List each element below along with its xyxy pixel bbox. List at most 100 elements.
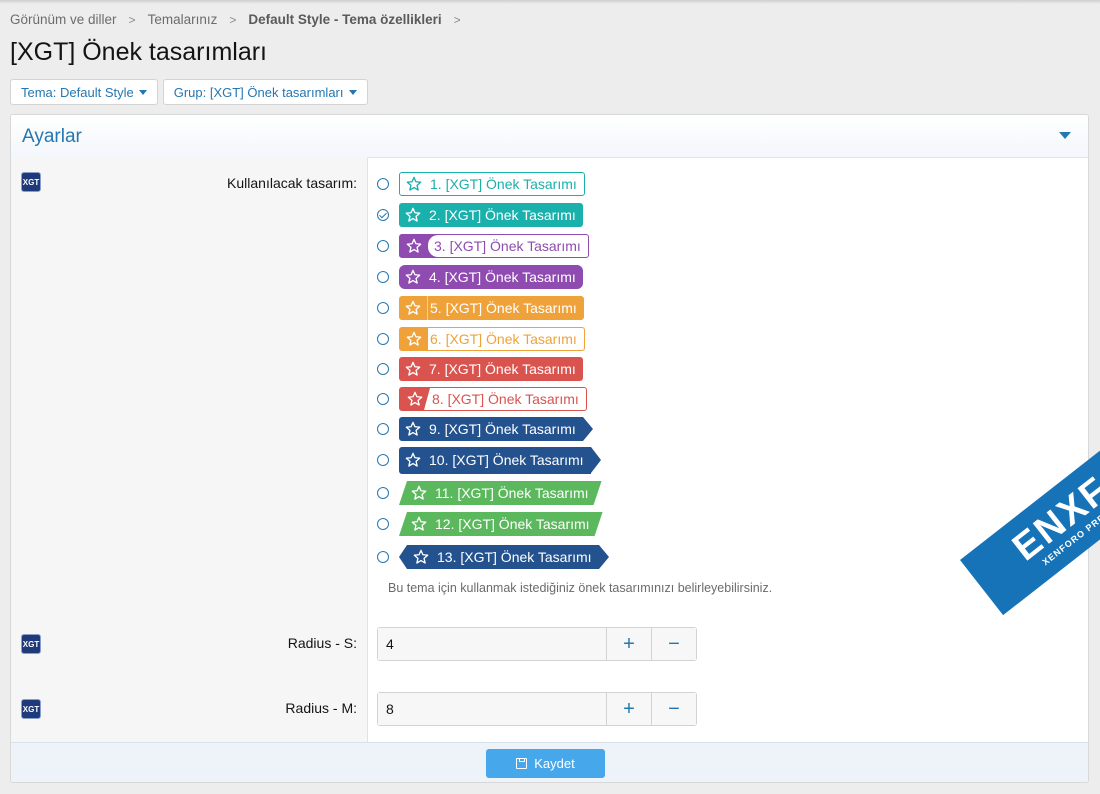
prefix-option-5[interactable]: 5. [XGT] Önek Tasarımı <box>377 295 584 321</box>
star-icon <box>400 173 428 195</box>
radius-s-increment-button[interactable]: + <box>606 628 651 660</box>
radio-button[interactable] <box>377 454 389 466</box>
prefix-label-text: 12. [XGT] Önek Tasarımı <box>435 516 590 532</box>
form-footer: Kaydet <box>11 742 1088 782</box>
radio-button[interactable] <box>377 423 389 435</box>
settings-panel: Ayarlar XGT Kullanılacak tasarım: XGT Ra… <box>10 114 1089 783</box>
prefix-option-12[interactable]: 12. [XGT] Önek Tasarımı <box>377 511 603 537</box>
prefix-label-9: 9. [XGT] Önek Tasarımı <box>399 417 593 441</box>
plus-icon: + <box>623 632 635 655</box>
prefix-label-text: 8. [XGT] Önek Tasarımı <box>432 391 579 407</box>
prefix-option-4[interactable]: 4. [XGT] Önek Tasarımı <box>377 264 583 290</box>
radio-button[interactable] <box>377 518 389 530</box>
radio-button[interactable] <box>377 240 389 252</box>
plus-icon: + <box>623 697 635 720</box>
prefix-label-text: 3. [XGT] Önek Tasarımı <box>428 235 588 257</box>
minus-icon: − <box>668 697 680 720</box>
breadcrumb-item-appearance[interactable]: Görünüm ve diller <box>10 12 117 27</box>
prefix-label-text: 2. [XGT] Önek Tasarımı <box>429 207 576 223</box>
prefix-label-text: 10. [XGT] Önek Tasarımı <box>429 452 584 468</box>
star-icon <box>405 481 433 505</box>
radius-m-input[interactable]: 8 <box>378 693 606 725</box>
radio-button-checked[interactable] <box>377 209 389 221</box>
radio-button[interactable] <box>377 551 389 563</box>
radius-m-label: Radius - M: <box>285 700 357 716</box>
radio-button[interactable] <box>377 178 389 190</box>
prefix-label-12: 12. [XGT] Önek Tasarımı <box>399 512 603 536</box>
prefix-option-7[interactable]: 7. [XGT] Önek Tasarımı <box>377 356 583 382</box>
panel-header[interactable]: Ayarlar <box>11 115 1088 158</box>
breadcrumb-separator-icon: > <box>453 12 461 27</box>
star-icon <box>399 296 428 320</box>
star-icon <box>405 512 433 536</box>
style-filter-button[interactable]: Tema: Default Style <box>10 79 158 105</box>
prefix-label-13: 13. [XGT] Önek Tasarımı <box>399 545 609 569</box>
prefix-label-7: 7. [XGT] Önek Tasarımı <box>399 357 583 381</box>
collapse-toggle-icon[interactable] <box>1059 132 1071 139</box>
star-icon <box>400 235 428 257</box>
save-button[interactable]: Kaydet <box>486 749 605 778</box>
radio-button[interactable] <box>377 302 389 314</box>
prefix-option-2[interactable]: 2. [XGT] Önek Tasarımı <box>377 202 583 228</box>
radius-s-input[interactable]: 4 <box>378 628 606 660</box>
prefix-option-1[interactable]: 1. [XGT] Önek Tasarımı <box>377 171 585 197</box>
prefix-option-13[interactable]: 13. [XGT] Önek Tasarımı <box>377 544 609 570</box>
breadcrumb-item-style-properties[interactable]: Default Style - Tema özellikleri <box>248 12 441 27</box>
prefix-label-text: 1. [XGT] Önek Tasarımı <box>430 176 577 192</box>
prefix-option-11[interactable]: 11. [XGT] Önek Tasarımı <box>377 480 602 506</box>
breadcrumb-separator-icon: > <box>229 12 237 27</box>
radio-button[interactable] <box>377 487 389 499</box>
prefix-label-text: 4. [XGT] Önek Tasarımı <box>429 269 576 285</box>
prefix-label-text: 11. [XGT] Önek Tasarımı <box>435 485 589 501</box>
group-filter-label: Grup: [XGT] Önek tasarımları <box>173 84 344 100</box>
prefix-option-10[interactable]: 10. [XGT] Önek Tasarımı <box>377 446 601 474</box>
xgt-badge-icon: XGT <box>21 634 41 654</box>
filter-bar: Tema: Default Style Grup: [XGT] Önek tas… <box>10 79 368 105</box>
prefix-label-3: 3. [XGT] Önek Tasarımı <box>399 234 589 258</box>
prefix-option-9[interactable]: 9. [XGT] Önek Tasarımı <box>377 416 593 442</box>
prefix-label-11: 11. [XGT] Önek Tasarımı <box>399 481 602 505</box>
radio-button[interactable] <box>377 393 389 405</box>
star-icon <box>399 447 427 474</box>
star-icon <box>399 357 427 381</box>
breadcrumb-item-styles[interactable]: Temalarınız <box>148 12 218 27</box>
caret-down-icon <box>348 89 357 95</box>
xgt-badge-text: XGT <box>22 177 40 187</box>
star-icon <box>399 265 427 289</box>
save-button-label: Kaydet <box>534 756 575 771</box>
breadcrumb: Görünüm ve diller > Temalarınız > Defaul… <box>10 12 473 27</box>
prefix-label-text: 7. [XGT] Önek Tasarımı <box>429 361 576 377</box>
star-icon <box>407 545 435 569</box>
radius-m-increment-button[interactable]: + <box>606 693 651 725</box>
breadcrumb-separator-icon: > <box>128 12 136 27</box>
radius-m-decrement-button[interactable]: − <box>651 693 696 725</box>
xgt-badge-icon: XGT <box>21 699 41 719</box>
prefix-label-text: 6. [XGT] Önek Tasarımı <box>430 331 577 347</box>
prefix-option-3[interactable]: 3. [XGT] Önek Tasarımı <box>377 233 589 259</box>
top-shadow <box>0 0 1100 4</box>
radio-button[interactable] <box>377 271 389 283</box>
style-filter-label: Tema: Default Style <box>21 84 134 100</box>
prefix-option-8[interactable]: 8. [XGT] Önek Tasarımı <box>377 386 587 412</box>
star-icon <box>399 203 427 227</box>
caret-down-icon <box>138 89 147 95</box>
floppy-disk-icon <box>516 758 528 769</box>
xgt-badge-icon: XGT <box>21 172 41 192</box>
prefix-label-10: 10. [XGT] Önek Tasarımı <box>399 446 601 474</box>
radio-button[interactable] <box>377 333 389 345</box>
radius-s-stepper: 4 + − <box>377 627 697 661</box>
xgt-badge-text: XGT <box>22 639 40 649</box>
star-icon <box>399 417 427 441</box>
label-column: XGT Kullanılacak tasarım: XGT Radius - S… <box>11 157 368 742</box>
prefix-label-text: 5. [XGT] Önek Tasarımı <box>430 300 577 316</box>
group-filter-button[interactable]: Grup: [XGT] Önek tasarımları <box>162 79 368 105</box>
prefix-label-8: 8. [XGT] Önek Tasarımı <box>399 387 587 411</box>
prefix-label-5: 5. [XGT] Önek Tasarımı <box>399 296 584 320</box>
radius-s-decrement-button[interactable]: − <box>651 628 696 660</box>
prefix-option-6[interactable]: 6. [XGT] Önek Tasarımı <box>377 326 585 352</box>
star-icon <box>400 328 428 350</box>
radius-s-label: Radius - S: <box>287 635 357 651</box>
page-title: [XGT] Önek tasarımları <box>10 38 268 66</box>
prefix-design-label: Kullanılacak tasarım: <box>227 175 357 191</box>
radio-button[interactable] <box>377 363 389 375</box>
